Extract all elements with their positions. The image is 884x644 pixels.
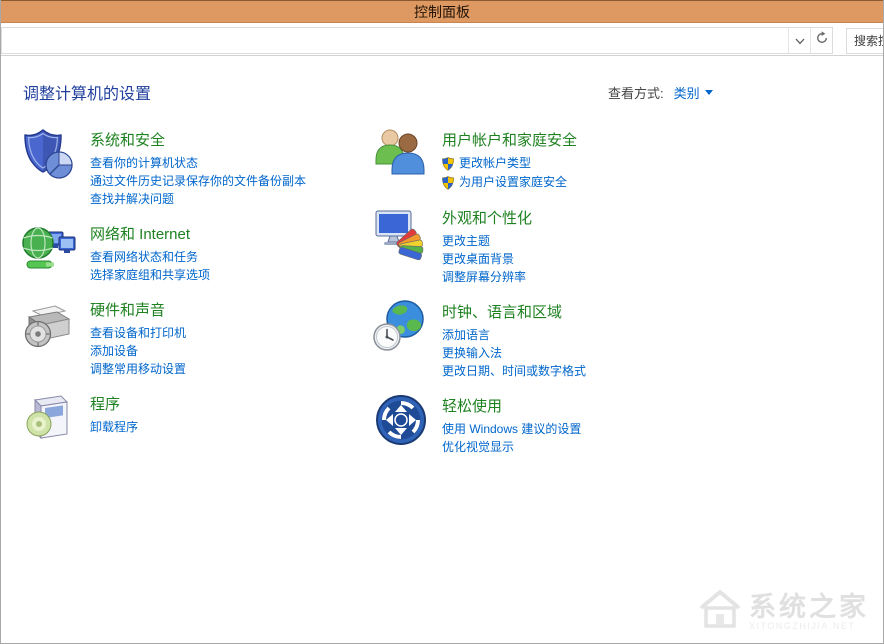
category-link[interactable]: 调整屏幕分辨率 [442, 268, 532, 286]
display-colors-icon[interactable] [373, 204, 429, 260]
category-title-ease-of-access[interactable]: 轻松使用 [442, 395, 581, 416]
refresh-button[interactable] [810, 28, 832, 53]
chevron-down-icon [795, 32, 805, 50]
page-title: 调整计算机的设置 [23, 80, 151, 104]
category-link[interactable]: 查找并解决问题 [90, 190, 306, 208]
category-link-label: 更改桌面背景 [442, 250, 514, 268]
watermark-subtext: XITONGZHIJIA.NET [749, 621, 855, 631]
printer-icon[interactable] [21, 296, 77, 352]
category-title-appearance-personalization[interactable]: 外观和个性化 [442, 207, 532, 228]
category-link-label: 调整屏幕分辨率 [442, 268, 526, 286]
category-column-right: 用户帐户和家庭安全 更改帐户类型 为用户设置家庭安全 外观和个性化更改主题更改桌… [373, 126, 725, 468]
category-text-hardware-sound: 硬件和声音查看设备和打印机添加设备调整常用移动设置 [90, 296, 186, 378]
category-system-security: 系统和安全查看你的计算机状态通过文件历史记录保存你的文件备份副本查找并解决问题 [21, 126, 373, 208]
category-column-left: 系统和安全查看你的计算机状态通过文件历史记录保存你的文件备份副本查找并解决问题 … [21, 126, 373, 468]
view-by-dropdown[interactable]: 类别 [674, 83, 713, 102]
category-link[interactable]: 更换输入法 [442, 344, 586, 362]
category-text-appearance-personalization: 外观和个性化更改主题更改桌面背景调整屏幕分辨率 [442, 204, 532, 286]
category-user-accounts-family-safety: 用户帐户和家庭安全 更改帐户类型 为用户设置家庭安全 [373, 126, 725, 192]
category-link[interactable]: 使用 Windows 建议的设置 [442, 420, 581, 438]
category-link-label: 更改帐户类型 [459, 154, 531, 173]
category-link-label: 查看设备和打印机 [90, 324, 186, 342]
toolbar [1, 23, 883, 56]
category-link-label: 通过文件历史记录保存你的文件备份副本 [90, 172, 306, 190]
category-link[interactable]: 调整常用移动设置 [90, 360, 186, 378]
clock-globe-icon[interactable] [373, 298, 429, 354]
category-link[interactable]: 更改日期、时间或数字格式 [442, 362, 586, 380]
category-hardware-sound: 硬件和声音查看设备和打印机添加设备调整常用移动设置 [21, 296, 373, 378]
address-input[interactable] [2, 28, 788, 53]
house-icon [697, 588, 743, 635]
view-by-value: 类别 [674, 83, 700, 102]
refresh-icon [815, 31, 829, 50]
category-link[interactable]: 优化视觉显示 [442, 438, 581, 456]
category-link[interactable]: 查看网络状态和任务 [90, 248, 210, 266]
users-icon[interactable] [373, 126, 429, 182]
category-link-label: 添加语言 [442, 326, 490, 344]
network-globe-icon[interactable] [21, 220, 77, 276]
category-text-system-security: 系统和安全查看你的计算机状态通过文件历史记录保存你的文件备份副本查找并解决问题 [90, 126, 306, 208]
category-link[interactable]: 添加设备 [90, 342, 186, 360]
control-panel-window: 控制面板 调整计算机的设置 查看方式: 类别 [0, 0, 884, 644]
chevron-down-icon [705, 90, 713, 95]
category-title-system-security[interactable]: 系统和安全 [90, 129, 306, 150]
category-link[interactable]: 查看你的计算机状态 [90, 154, 306, 172]
category-link-label: 更换输入法 [442, 344, 502, 362]
category-text-programs: 程序卸载程序 [90, 390, 138, 446]
category-link[interactable]: 更改桌面背景 [442, 250, 532, 268]
category-link-label: 查看网络状态和任务 [90, 248, 198, 266]
watermark-text: 系统之家 [749, 593, 869, 621]
category-text-clock-language-region: 时钟、语言和区域添加语言更换输入法更改日期、时间或数字格式 [442, 298, 586, 380]
category-link-label: 查看你的计算机状态 [90, 154, 198, 172]
ease-of-access-icon[interactable] [373, 392, 429, 448]
address-dropdown-button[interactable] [788, 28, 810, 53]
shield-pie-icon[interactable] [21, 126, 77, 182]
category-link-label: 调整常用移动设置 [90, 360, 186, 378]
category-text-user-accounts-family-safety: 用户帐户和家庭安全 更改帐户类型 为用户设置家庭安全 [442, 126, 577, 192]
category-link[interactable]: 添加语言 [442, 326, 586, 344]
category-link-label: 选择家庭组和共享选项 [90, 266, 210, 284]
category-link[interactable]: 通过文件历史记录保存你的文件备份副本 [90, 172, 306, 190]
category-title-clock-language-region[interactable]: 时钟、语言和区域 [442, 301, 586, 322]
category-link-label: 优化视觉显示 [442, 438, 514, 456]
category-title-user-accounts-family-safety[interactable]: 用户帐户和家庭安全 [442, 129, 577, 150]
category-link-label: 更改主题 [442, 232, 490, 250]
watermark: 系统之家 XITONGZHIJIA.NET [697, 588, 869, 635]
category-link-label: 卸载程序 [90, 418, 138, 436]
category-link[interactable]: 查看设备和打印机 [90, 324, 186, 342]
category-grid: 系统和安全查看你的计算机状态通过文件历史记录保存你的文件备份副本查找并解决问题 … [21, 126, 725, 468]
category-title-network-internet[interactable]: 网络和 Internet [90, 223, 210, 244]
category-text-ease-of-access: 轻松使用使用 Windows 建议的设置优化视觉显示 [442, 392, 581, 456]
view-by-control: 查看方式: 类别 [608, 83, 713, 102]
category-link-label: 更改日期、时间或数字格式 [442, 362, 586, 380]
category-ease-of-access: 轻松使用使用 Windows 建议的设置优化视觉显示 [373, 392, 725, 456]
category-appearance-personalization: 外观和个性化更改主题更改桌面背景调整屏幕分辨率 [373, 204, 725, 286]
category-link-label: 查找并解决问题 [90, 190, 174, 208]
view-by-label: 查看方式: [608, 83, 664, 102]
category-programs: 程序卸载程序 [21, 390, 373, 446]
uac-shield-icon [442, 157, 454, 171]
uac-shield-icon [442, 176, 454, 190]
category-link-label: 添加设备 [90, 342, 138, 360]
category-link-label: 使用 Windows 建议的设置 [442, 420, 581, 438]
category-network-internet: 网络和 Internet 查看网络状态和任务选择家庭组和共享选项 [21, 220, 373, 284]
title-bar: 控制面板 [1, 0, 883, 23]
category-text-network-internet: 网络和 Internet 查看网络状态和任务选择家庭组和共享选项 [90, 220, 210, 284]
category-link[interactable]: 更改主题 [442, 232, 532, 250]
program-box-icon[interactable] [21, 390, 77, 446]
category-title-programs[interactable]: 程序 [90, 393, 138, 414]
window-title: 控制面板 [414, 2, 470, 22]
search-input[interactable] [846, 28, 884, 54]
category-title-hardware-sound[interactable]: 硬件和声音 [90, 299, 186, 320]
category-link-label: 为用户设置家庭安全 [459, 173, 567, 192]
category-link[interactable]: 选择家庭组和共享选项 [90, 266, 210, 284]
category-link[interactable]: 为用户设置家庭安全 [442, 173, 577, 192]
category-clock-language-region: 时钟、语言和区域添加语言更换输入法更改日期、时间或数字格式 [373, 298, 725, 380]
category-link[interactable]: 卸载程序 [90, 418, 138, 436]
address-bar[interactable] [1, 27, 833, 54]
category-link[interactable]: 更改帐户类型 [442, 154, 577, 173]
